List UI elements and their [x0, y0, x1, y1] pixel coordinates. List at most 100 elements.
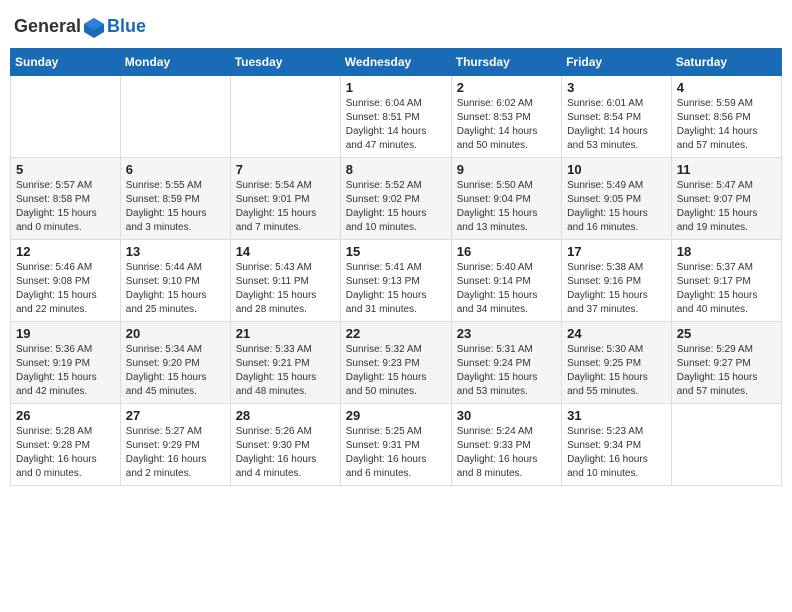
day-number: 28: [236, 408, 335, 423]
calendar-cell: 14Sunrise: 5:43 AMSunset: 9:11 PMDayligh…: [230, 240, 340, 322]
day-number: 31: [567, 408, 666, 423]
day-number: 20: [126, 326, 225, 341]
weekday-header-sunday: Sunday: [11, 49, 121, 76]
day-number: 2: [457, 80, 556, 95]
day-info: Sunrise: 5:33 AMSunset: 9:21 PMDaylight:…: [236, 343, 335, 399]
day-number: 17: [567, 244, 666, 259]
calendar-cell: 27 Sunrise: 5:27 AMSunset: 9:29 PMDayligh…: [120, 404, 230, 486]
day-number: 30: [457, 408, 556, 423]
calendar-header-row: SundayMondayTuesdayWednesdayThursdayFrid…: [11, 49, 782, 76]
weekday-header-friday: Friday: [562, 49, 672, 76]
day-number: 4: [677, 80, 776, 95]
calendar-cell: [671, 404, 781, 486]
day-number: 7: [236, 162, 335, 177]
day-number: 13: [126, 244, 225, 259]
day-info: Sunrise: 5:40 AMSunset: 9:14 PMDaylight:…: [457, 261, 556, 317]
day-number: 23: [457, 326, 556, 341]
calendar-table: SundayMondayTuesdayWednesdayThursdayFrid…: [10, 48, 782, 486]
weekday-header-monday: Monday: [120, 49, 230, 76]
calendar-cell: 20Sunrise: 5:34 AMSunset: 9:20 PMDayligh…: [120, 322, 230, 404]
calendar-cell: 28 Sunrise: 5:26 AMSunset: 9:30 PMDayligh…: [230, 404, 340, 486]
calendar-cell: 2 Sunrise: 6:02 AMSunset: 8:53 PMDaylight…: [451, 76, 561, 158]
day-info: Sunrise: 6:02 AMSunset: 8:53 PMDaylight:…: [457, 97, 556, 153]
day-info: Sunrise: 5:23 AMSunset: 9:34 PMDaylight:…: [567, 425, 666, 481]
calendar-cell: 5Sunrise: 5:57 AMSunset: 8:58 PMDaylight…: [11, 158, 121, 240]
day-info: Sunrise: 5:55 AMSunset: 8:59 PMDaylight:…: [126, 179, 225, 235]
day-number: 19: [16, 326, 115, 341]
day-info: Sunrise: 5:29 AMSunset: 9:27 PMDaylight:…: [677, 343, 776, 399]
day-info: Sunrise: 5:28 AMSunset: 9:28 PMDaylight:…: [16, 425, 115, 481]
day-number: 18: [677, 244, 776, 259]
weekday-header-tuesday: Tuesday: [230, 49, 340, 76]
calendar-week-row: 19 Sunrise: 5:36 AMSunset: 9:19 PMDayligh…: [11, 322, 782, 404]
day-number: 16: [457, 244, 556, 259]
calendar-cell: 31 Sunrise: 5:23 AMSunset: 9:34 PMDayligh…: [562, 404, 672, 486]
day-info: Sunrise: 5:37 AMSunset: 9:17 PMDaylight:…: [677, 261, 776, 317]
weekday-header-wednesday: Wednesday: [340, 49, 451, 76]
day-info: Sunrise: 6:04 AMSunset: 8:51 PMDaylight:…: [346, 97, 446, 153]
calendar-cell: [11, 76, 121, 158]
calendar-cell: 30 Sunrise: 5:24 AMSunset: 9:33 PMDayligh…: [451, 404, 561, 486]
calendar-week-row: 5Sunrise: 5:57 AMSunset: 8:58 PMDaylight…: [11, 158, 782, 240]
calendar-week-row: 26 Sunrise: 5:28 AMSunset: 9:28 PMDayligh…: [11, 404, 782, 486]
calendar-cell: [120, 76, 230, 158]
day-number: 1: [346, 80, 446, 95]
calendar-week-row: 12 Sunrise: 5:46 AMSunset: 9:08 PMDayligh…: [11, 240, 782, 322]
calendar-cell: 11Sunrise: 5:47 AMSunset: 9:07 PMDayligh…: [671, 158, 781, 240]
day-number: 10: [567, 162, 666, 177]
day-info: Sunrise: 5:31 AMSunset: 9:24 PMDaylight:…: [457, 343, 556, 399]
day-info: Sunrise: 5:24 AMSunset: 9:33 PMDaylight:…: [457, 425, 556, 481]
day-info: Sunrise: 5:52 AMSunset: 9:02 PMDaylight:…: [346, 179, 446, 235]
day-number: 22: [346, 326, 446, 341]
day-info: Sunrise: 5:32 AMSunset: 9:23 PMDaylight:…: [346, 343, 446, 399]
calendar-cell: 17 Sunrise: 5:38 AMSunset: 9:16 PMDayligh…: [562, 240, 672, 322]
calendar-cell: 4Sunrise: 5:59 AMSunset: 8:56 PMDaylight…: [671, 76, 781, 158]
day-number: 12: [16, 244, 115, 259]
day-info: Sunrise: 5:57 AMSunset: 8:58 PMDaylight:…: [16, 179, 115, 235]
day-number: 14: [236, 244, 335, 259]
day-info: Sunrise: 5:46 AMSunset: 9:08 PMDaylight:…: [16, 261, 115, 317]
day-number: 9: [457, 162, 556, 177]
day-number: 11: [677, 162, 776, 177]
calendar-cell: 25 Sunrise: 5:29 AMSunset: 9:27 PMDayligh…: [671, 322, 781, 404]
day-info: Sunrise: 5:30 AMSunset: 9:25 PMDaylight:…: [567, 343, 666, 399]
day-info: Sunrise: 5:36 AMSunset: 9:19 PMDaylight:…: [16, 343, 115, 399]
calendar-cell: 15Sunrise: 5:41 AMSunset: 9:13 PMDayligh…: [340, 240, 451, 322]
calendar-cell: 24 Sunrise: 5:30 AMSunset: 9:25 PMDayligh…: [562, 322, 672, 404]
day-number: 26: [16, 408, 115, 423]
day-info: Sunrise: 5:41 AMSunset: 9:13 PMDaylight:…: [346, 261, 446, 317]
calendar-cell: 9 Sunrise: 5:50 AMSunset: 9:04 PMDaylight…: [451, 158, 561, 240]
day-number: 24: [567, 326, 666, 341]
weekday-header-thursday: Thursday: [451, 49, 561, 76]
calendar-cell: 6Sunrise: 5:55 AMSunset: 8:59 PMDaylight…: [120, 158, 230, 240]
day-number: 21: [236, 326, 335, 341]
calendar-cell: 10 Sunrise: 5:49 AMSunset: 9:05 PMDayligh…: [562, 158, 672, 240]
calendar-cell: 7 Sunrise: 5:54 AMSunset: 9:01 PMDaylight…: [230, 158, 340, 240]
calendar-cell: 1 Sunrise: 6:04 AMSunset: 8:51 PMDaylight…: [340, 76, 451, 158]
calendar-cell: 29Sunrise: 5:25 AMSunset: 9:31 PMDayligh…: [340, 404, 451, 486]
day-info: Sunrise: 5:44 AMSunset: 9:10 PMDaylight:…: [126, 261, 225, 317]
day-number: 25: [677, 326, 776, 341]
day-number: 29: [346, 408, 446, 423]
day-info: Sunrise: 5:26 AMSunset: 9:30 PMDaylight:…: [236, 425, 335, 481]
calendar-cell: [230, 76, 340, 158]
calendar-cell: 18 Sunrise: 5:37 AMSunset: 9:17 PMDayligh…: [671, 240, 781, 322]
day-info: Sunrise: 6:01 AMSunset: 8:54 PMDaylight:…: [567, 97, 666, 153]
calendar-cell: 8 Sunrise: 5:52 AMSunset: 9:02 PMDaylight…: [340, 158, 451, 240]
weekday-header-saturday: Saturday: [671, 49, 781, 76]
day-number: 27: [126, 408, 225, 423]
day-info: Sunrise: 5:38 AMSunset: 9:16 PMDaylight:…: [567, 261, 666, 317]
day-info: Sunrise: 5:50 AMSunset: 9:04 PMDaylight:…: [457, 179, 556, 235]
logo: GeneralBlue: [14, 16, 146, 40]
day-number: 8: [346, 162, 446, 177]
day-info: Sunrise: 5:27 AMSunset: 9:29 PMDaylight:…: [126, 425, 225, 481]
calendar-cell: 13 Sunrise: 5:44 AMSunset: 9:10 PMDayligh…: [120, 240, 230, 322]
day-number: 3: [567, 80, 666, 95]
calendar-cell: 16 Sunrise: 5:40 AMSunset: 9:14 PMDayligh…: [451, 240, 561, 322]
day-info: Sunrise: 5:49 AMSunset: 9:05 PMDaylight:…: [567, 179, 666, 235]
page-header: GeneralBlue: [10, 10, 782, 40]
day-info: Sunrise: 5:54 AMSunset: 9:01 PMDaylight:…: [236, 179, 335, 235]
calendar-cell: 12 Sunrise: 5:46 AMSunset: 9:08 PMDayligh…: [11, 240, 121, 322]
calendar-cell: 23 Sunrise: 5:31 AMSunset: 9:24 PMDayligh…: [451, 322, 561, 404]
calendar-cell: 3 Sunrise: 6:01 AMSunset: 8:54 PMDaylight…: [562, 76, 672, 158]
